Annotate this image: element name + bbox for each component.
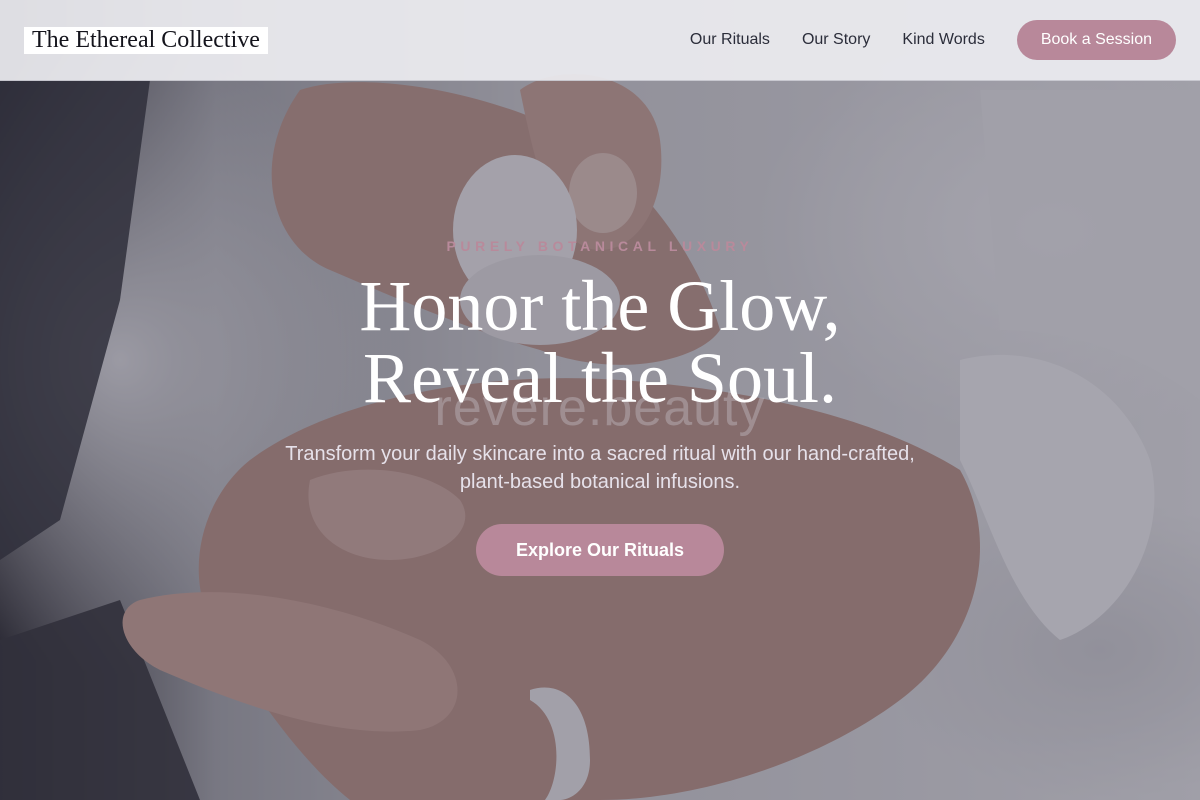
explore-rituals-button[interactable]: Explore Our Rituals bbox=[476, 524, 724, 576]
nav-link-our-rituals[interactable]: Our Rituals bbox=[690, 31, 770, 49]
hero-headline-line-2: Reveal the Soul. bbox=[363, 338, 837, 418]
hero-subtext: Transform your daily skincare into a sac… bbox=[285, 443, 915, 493]
hero-headline: Honor the Glow, Reveal the Soul. bbox=[0, 270, 1200, 414]
book-session-button[interactable]: Book a Session bbox=[1016, 20, 1176, 60]
hero-eyebrow: PURELY BOTANICAL LUXURY bbox=[446, 238, 754, 254]
nav-link-our-story[interactable]: Our Story bbox=[802, 31, 870, 49]
site-logo[interactable]: The Ethereal Collective bbox=[24, 26, 268, 54]
hero-headline-line-1: Honor the Glow, bbox=[359, 266, 841, 346]
site-header: The Ethereal Collective Our Rituals Our … bbox=[0, 0, 1200, 81]
main-nav: Our Rituals Our Story Kind Words Book a … bbox=[690, 20, 1176, 60]
nav-link-kind-words[interactable]: Kind Words bbox=[902, 31, 984, 49]
